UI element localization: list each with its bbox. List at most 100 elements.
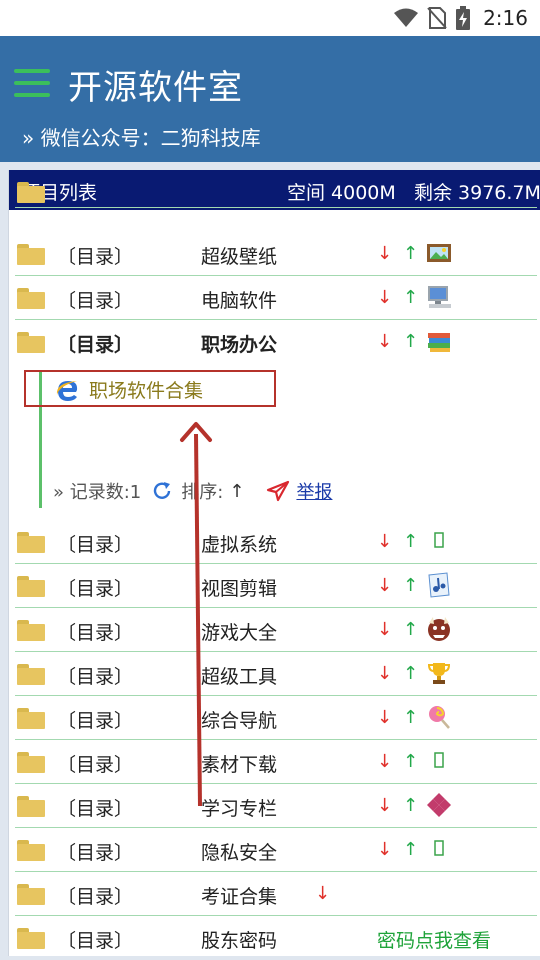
move-up-button[interactable]: ↑ xyxy=(403,663,418,684)
no-sim-icon xyxy=(427,7,447,29)
folder-icon xyxy=(17,620,45,641)
list-item[interactable]: 〔目录〕 视图剪辑 ↓ ↑ xyxy=(15,564,537,608)
move-down-button[interactable]: ↓ xyxy=(377,751,392,772)
folder-icon xyxy=(17,244,45,265)
list-item-partial[interactable] xyxy=(15,182,537,208)
row-name[interactable]: 虚拟系统 xyxy=(201,530,277,557)
folder-icon xyxy=(17,532,45,553)
move-up-button[interactable]: ↑ xyxy=(403,575,418,596)
computer-icon xyxy=(428,286,451,308)
move-down-button[interactable]: ↓ xyxy=(315,883,330,904)
move-up-button[interactable]: ↑ xyxy=(403,531,418,552)
move-up-button[interactable]: ↑ xyxy=(403,619,418,640)
move-down-button[interactable]: ↓ xyxy=(377,839,392,860)
folder-icon xyxy=(17,840,45,861)
row-name[interactable]: 综合导航 xyxy=(201,706,277,733)
move-down-button[interactable]: ↓ xyxy=(377,795,392,816)
row-name[interactable]: 素材下载 xyxy=(201,750,277,777)
row-tag: 〔目录〕 xyxy=(57,534,134,556)
folder-icon xyxy=(17,664,45,685)
folder-icon xyxy=(17,288,45,309)
move-up-button[interactable]: ↑ xyxy=(403,287,418,308)
row-tag: 〔目录〕 xyxy=(57,754,134,776)
hamburger-menu-icon[interactable] xyxy=(14,69,50,97)
ogre-mask-icon xyxy=(428,617,450,641)
folder-icon xyxy=(17,796,45,817)
move-down-button[interactable]: ↓ xyxy=(377,619,392,640)
row-tag: 〔目录〕 xyxy=(57,930,134,952)
list-item[interactable]: 〔目录〕 股东密码 密码点我查看 xyxy=(15,916,537,956)
move-up-button[interactable]: ↑ xyxy=(403,707,418,728)
annotation-highlight-box xyxy=(24,370,276,407)
list-item[interactable]: 〔目录〕 隐私安全 ↓ ↑ xyxy=(15,828,537,872)
move-down-button[interactable]: ↓ xyxy=(377,707,392,728)
list-item[interactable]: 〔目录〕 游戏大全 ↓ ↑ xyxy=(15,608,537,652)
list-item[interactable]: 〔目录〕 超级工具 ↓ ↑ xyxy=(15,652,537,696)
row-tag: 〔目录〕 xyxy=(57,666,134,688)
report-label[interactable]: 举报 xyxy=(296,478,332,504)
report-button[interactable]: 举报 xyxy=(266,478,332,504)
folder-icon xyxy=(17,928,45,949)
row-tag: 〔目录〕 xyxy=(57,886,134,908)
folder-icon xyxy=(17,884,45,905)
move-down-button[interactable]: ↓ xyxy=(377,531,392,552)
battery-charging-icon xyxy=(456,6,471,30)
move-up-button[interactable]: ↑ xyxy=(403,751,418,772)
folder-icon xyxy=(17,752,45,773)
move-down-button[interactable]: ↓ xyxy=(377,663,392,684)
list-item[interactable]: 〔目录〕 综合导航 ↓ ↑ xyxy=(15,696,537,740)
row-tag: 〔目录〕 xyxy=(57,798,134,820)
move-down-button[interactable]: ↓ xyxy=(377,575,392,596)
row-name[interactable]: 考证合集 xyxy=(201,882,277,909)
send-icon xyxy=(267,480,290,502)
move-down-button[interactable]: ↓ xyxy=(377,331,392,352)
view-password-link[interactable]: 密码点我查看 xyxy=(377,926,491,953)
picture-icon xyxy=(427,244,451,262)
move-up-button[interactable]: ↑ xyxy=(403,331,418,352)
row-tag: 〔目录〕 xyxy=(57,246,134,268)
move-down-button[interactable]: ↓ xyxy=(377,243,392,264)
list-item[interactable]: 〔目录〕 学习专栏 ↓ ↑ xyxy=(15,784,537,828)
list-item[interactable]: 〔目录〕 超级壁纸 ↓ ↑ xyxy=(15,232,537,276)
list-item[interactable]: 〔目录〕 考证合集 ↓ xyxy=(15,872,537,916)
row-name[interactable]: 视图剪辑 xyxy=(201,574,277,601)
refresh-icon[interactable] xyxy=(151,480,173,502)
row-name[interactable]: 隐私安全 xyxy=(201,838,277,865)
row-name[interactable]: 学习专栏 xyxy=(201,794,277,821)
row-name[interactable]: 股东密码 xyxy=(201,926,277,953)
list-item[interactable]: 〔目录〕 虚拟系统 ↓ ↑ xyxy=(15,520,537,564)
app-title: 开源软件室 xyxy=(68,68,243,108)
missing-glyph-icon xyxy=(434,532,444,548)
row-name[interactable]: 游戏大全 xyxy=(201,618,277,645)
list-item-expanded[interactable]: 〔目录〕 职场办公 ↓ ↑ xyxy=(15,320,537,364)
row-name[interactable]: 超级工具 xyxy=(201,662,277,689)
lollipop-icon xyxy=(429,706,450,729)
row-tag: 〔目录〕 xyxy=(57,334,134,356)
move-down-button[interactable]: ↓ xyxy=(377,287,392,308)
row-tag: 〔目录〕 xyxy=(57,710,134,732)
list-item[interactable]: 〔目录〕 素材下载 ↓ ↑ xyxy=(15,740,537,784)
status-bar: 2:16 xyxy=(0,0,540,36)
list-item[interactable]: 〔目录〕 电脑软件 ↓ ↑ xyxy=(15,276,537,320)
sort-ascending-icon[interactable]: ↑ xyxy=(229,481,244,502)
move-up-button[interactable]: ↑ xyxy=(403,795,418,816)
missing-glyph-icon xyxy=(434,840,444,856)
trophy-icon xyxy=(427,663,451,684)
sort-label: 排序: xyxy=(181,482,224,503)
diamond-pattern-icon xyxy=(427,793,451,817)
row-tag: 〔目录〕 xyxy=(57,842,134,864)
row-name[interactable]: 超级壁纸 xyxy=(201,242,277,269)
project-list-panel: 项目列表 空间 4000M 剩余 3976.7M 〔目录〕 超级壁纸 ↓ ↑ 〔… xyxy=(8,170,540,956)
folder-icon xyxy=(17,182,45,203)
folder-icon xyxy=(17,576,45,597)
move-up-button[interactable]: ↑ xyxy=(403,839,418,860)
move-up-button[interactable]: ↑ xyxy=(403,243,418,264)
status-icons: 2:16 xyxy=(393,5,528,31)
row-name[interactable]: 职场办公 xyxy=(201,330,277,357)
row-name[interactable]: 电脑软件 xyxy=(201,286,277,313)
missing-glyph-icon xyxy=(434,752,444,768)
folder-footer: » 记录数:1 排序: ↑ 举报 xyxy=(53,478,332,504)
books-icon xyxy=(428,333,450,352)
row-tag: 〔目录〕 xyxy=(57,290,134,312)
clock: 2:16 xyxy=(483,6,528,30)
